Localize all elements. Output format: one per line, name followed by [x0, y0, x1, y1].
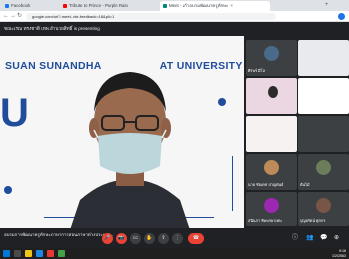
participant-tile[interactable]	[298, 78, 349, 114]
camera-button[interactable]: 📷	[116, 233, 127, 244]
youtube-icon	[63, 3, 67, 8]
search-icon[interactable]	[14, 250, 21, 257]
tab-meet[interactable]: Meet - เก้าอบรมพัฒนาครูทักษะ ×	[160, 1, 270, 11]
tab-youtube[interactable]: Tribute to Prince - Purple Rain	[60, 1, 156, 11]
presenter-video	[70, 72, 190, 228]
slide-letter: U	[0, 91, 29, 135]
slide-line	[232, 156, 233, 211]
raise-hand-button[interactable]: ✋	[144, 233, 155, 244]
more-options-button[interactable]: ⋮	[172, 233, 183, 244]
meet-icon	[163, 3, 167, 8]
tab-facebook[interactable]: Facebook	[2, 1, 56, 11]
url-field[interactable]: google.com/url?-meet-.vbr-feedback=16&pl…	[26, 13, 276, 20]
present-button[interactable]: ⇪	[158, 233, 169, 244]
system-clock: 9:16 1/2/2563	[332, 249, 346, 258]
participant-tile[interactable]: ต้นไม้	[298, 154, 349, 190]
chat-icon[interactable]: 💬	[320, 233, 327, 243]
presenting-banner: ขณะเรณ ทรงชาติ เทพ.อำนวยสิทธิ์ is presen…	[0, 23, 349, 35]
avatar	[316, 160, 331, 175]
participant-tile[interactable]: ศิรพร์ มีโล	[246, 40, 297, 76]
forward-arrow-icon[interactable]: →	[10, 12, 16, 21]
mic-button[interactable]: 🎤	[102, 233, 113, 244]
chrome-icon[interactable]	[47, 250, 54, 257]
avatar	[316, 198, 331, 213]
participant-tile[interactable]: สนีนภา ทิพพรพาเทพ	[246, 192, 297, 226]
excel-icon[interactable]	[58, 250, 65, 257]
meeting-title: อบรมการพัฒนาครูทักษะภาษาการสอนภาษาต่างปร…	[4, 232, 114, 237]
main-stage: SUAN SUNANDHA AT UNIVERSITY U	[0, 36, 244, 228]
avatar[interactable]	[338, 13, 345, 20]
windows-start-icon[interactable]	[3, 250, 10, 257]
file-explorer-icon[interactable]	[25, 250, 32, 257]
people-icon[interactable]: 👥	[306, 233, 313, 243]
info-icon[interactable]: ⓘ	[292, 233, 298, 243]
participant-tile[interactable]	[298, 116, 349, 152]
facebook-icon	[5, 3, 9, 8]
address-bar-row: ← → ↻ google.com/url?-meet-.vbr-feedback…	[0, 11, 349, 22]
participant-tile[interactable]	[246, 78, 297, 114]
back-arrow-icon[interactable]: ←	[3, 12, 9, 21]
leave-call-button[interactable]: ☎	[188, 233, 204, 244]
browser-tab-bar: Facebook Tribute to Prince - Purple Rain…	[0, 0, 349, 11]
edge-icon[interactable]	[36, 250, 43, 257]
avatar	[264, 198, 279, 213]
avatar	[264, 46, 279, 61]
participant-tile[interactable]	[246, 116, 297, 152]
meeting-controls-bar: อบรมการพัฒนาครูทักษะภาษาการสอนภาษาต่างปร…	[0, 228, 349, 248]
new-tab-button[interactable]: +	[325, 1, 329, 10]
slide-dot	[4, 186, 12, 194]
avatar	[264, 160, 279, 175]
reload-icon[interactable]: ↻	[17, 12, 22, 21]
participant-tile[interactable]: นาย ชัยเดช ปาญพันธ์	[246, 154, 297, 190]
slide-dot	[218, 98, 226, 106]
participant-tile[interactable]	[298, 40, 349, 76]
participant-tile[interactable]: บุญยรัตน์ ศุภกร	[298, 192, 349, 226]
activities-icon[interactable]: ⊕	[334, 233, 339, 243]
participant-video	[268, 86, 278, 98]
close-icon[interactable]: ×	[230, 3, 233, 8]
participant-grid: ศิรพร์ มีโล นาย ชัยเดช ปาญพันธ์ ต้นไม้ ส…	[244, 36, 349, 228]
captions-button[interactable]: CC	[130, 233, 141, 244]
taskbar: 9:16 1/2/2563	[0, 248, 349, 259]
